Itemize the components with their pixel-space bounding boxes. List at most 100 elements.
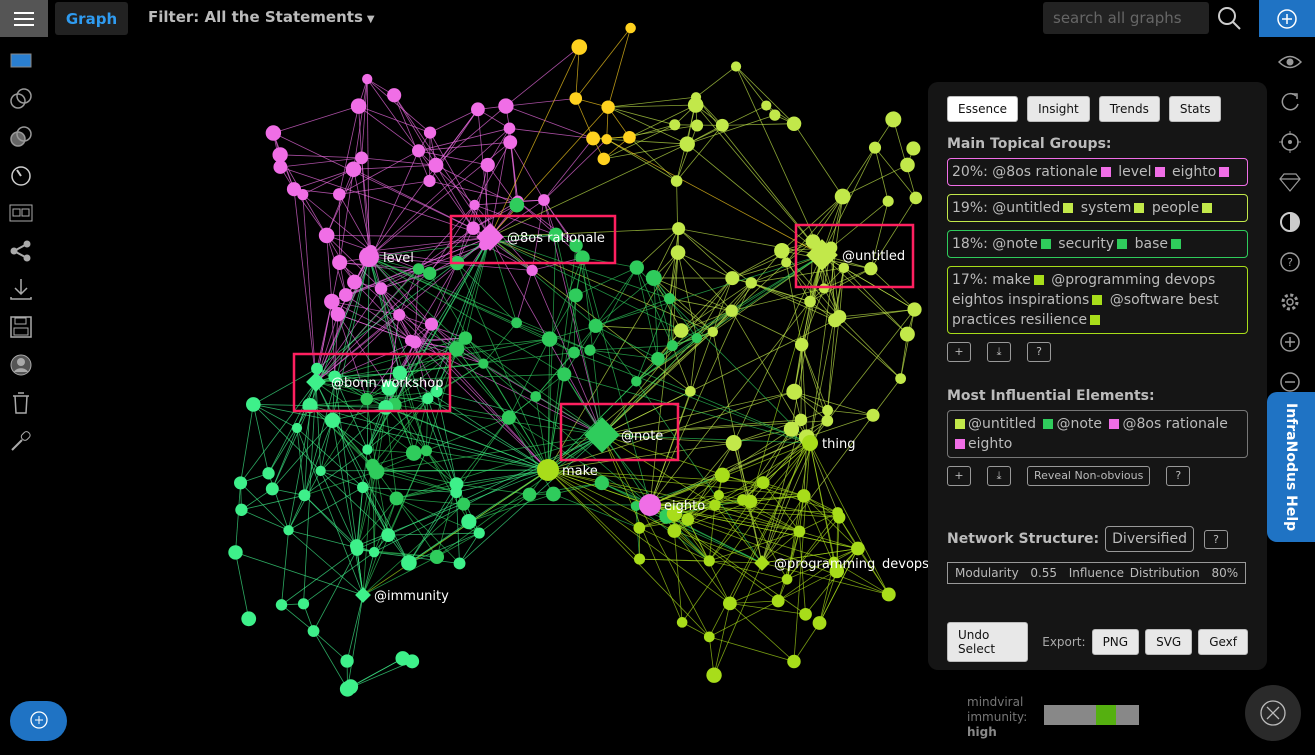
- influential-element[interactable]: @untitled: [968, 416, 1036, 432]
- graph-node[interactable]: [228, 545, 243, 560]
- search-icon[interactable]: [1216, 5, 1242, 31]
- graph-node[interactable]: [679, 136, 695, 152]
- graph-node[interactable]: [787, 654, 801, 669]
- graph-node[interactable]: [725, 271, 740, 286]
- graph-node[interactable]: [685, 386, 696, 397]
- node-label[interactable]: @untitled: [842, 249, 905, 264]
- graph-node[interactable]: [318, 227, 335, 244]
- trash-icon[interactable]: [8, 384, 34, 422]
- graph-node[interactable]: [672, 222, 686, 236]
- graph-node[interactable]: [526, 264, 538, 277]
- graph-node[interactable]: [478, 358, 489, 369]
- graph-node[interactable]: [725, 304, 738, 317]
- zoom-in-icon[interactable]: [1274, 322, 1306, 362]
- graph-node[interactable]: [538, 194, 550, 206]
- graph-node[interactable]: [265, 482, 279, 496]
- graph-node[interactable]: [345, 161, 362, 178]
- graph-node[interactable]: [466, 221, 480, 235]
- tab-graph[interactable]: Graph: [55, 2, 128, 35]
- graph-node[interactable]: [457, 497, 471, 511]
- graph-node[interactable]: [541, 331, 558, 347]
- graph-node[interactable]: [360, 392, 373, 406]
- graph-node[interactable]: [401, 555, 417, 571]
- graph-node[interactable]: [832, 507, 843, 518]
- group-item[interactable]: @8os rationale: [992, 164, 1097, 180]
- graph-node[interactable]: [691, 119, 704, 132]
- graph-node[interactable]: [338, 288, 353, 302]
- graph-node[interactable]: [265, 125, 282, 141]
- graph-node[interactable]: [315, 465, 326, 477]
- graph-node[interactable]: [639, 494, 661, 516]
- graph-node[interactable]: [769, 109, 781, 121]
- graph-node[interactable]: [822, 404, 833, 416]
- graph-node[interactable]: [405, 445, 422, 461]
- graph-node[interactable]: [631, 376, 642, 387]
- graph-node[interactable]: [428, 157, 444, 173]
- graph-node[interactable]: [362, 73, 373, 85]
- graph-node[interactable]: [802, 435, 818, 451]
- user-icon[interactable]: [8, 346, 34, 384]
- graph-node[interactable]: [804, 295, 816, 308]
- graph-node[interactable]: [761, 100, 772, 111]
- graph-node[interactable]: [357, 481, 369, 494]
- eye-icon[interactable]: [1274, 42, 1306, 82]
- graph-node[interactable]: [412, 144, 426, 158]
- graph-node[interactable]: [663, 293, 676, 305]
- contrast-icon[interactable]: [1274, 202, 1306, 242]
- graph-node[interactable]: [670, 245, 686, 260]
- graph-node[interactable]: [786, 116, 802, 131]
- tab-essence[interactable]: Essence: [947, 96, 1019, 122]
- graph-node[interactable]: [332, 254, 348, 270]
- graph-node[interactable]: [423, 126, 437, 139]
- graph-node[interactable]: [818, 283, 830, 294]
- graph-node[interactable]: [781, 573, 793, 585]
- graph-node[interactable]: [715, 118, 729, 132]
- chat-button[interactable]: [10, 701, 67, 741]
- topical-group[interactable]: 18%: @note security base: [947, 230, 1248, 258]
- node-label[interactable]: @immunity: [374, 589, 449, 604]
- group-item[interactable]: @untitled: [992, 200, 1060, 216]
- influential-element[interactable]: @8os rationale: [1122, 416, 1227, 432]
- graph-node[interactable]: [324, 293, 340, 310]
- graph-node[interactable]: [864, 262, 878, 276]
- refresh-icon[interactable]: [1274, 82, 1306, 122]
- graph-node[interactable]: [234, 476, 248, 490]
- graph-node[interactable]: [794, 413, 808, 427]
- graph-node[interactable]: [458, 331, 473, 345]
- graph-node[interactable]: [707, 326, 719, 337]
- graph-node[interactable]: [666, 340, 678, 352]
- node-label[interactable]: eighto: [664, 499, 705, 514]
- add-graph-button[interactable]: [1259, 0, 1315, 37]
- graph-node[interactable]: [703, 631, 715, 643]
- graph-node[interactable]: [355, 587, 371, 603]
- graph-node[interactable]: [900, 157, 915, 173]
- graph-node[interactable]: [503, 122, 516, 135]
- graph-node[interactable]: [480, 157, 495, 173]
- add-influential-button[interactable]: +: [947, 466, 971, 486]
- graph-node[interactable]: [676, 617, 688, 628]
- help-icon[interactable]: ?: [1274, 242, 1306, 282]
- graph-node[interactable]: [645, 269, 662, 286]
- graph-node[interactable]: [501, 410, 516, 425]
- graph-node[interactable]: [461, 514, 477, 530]
- tab-trends[interactable]: Trends: [1098, 96, 1160, 122]
- graph-node[interactable]: [298, 489, 311, 502]
- graph-node[interactable]: [709, 499, 721, 511]
- graph-node[interactable]: [509, 197, 525, 213]
- structure-help-button[interactable]: ?: [1203, 529, 1228, 549]
- film-icon[interactable]: [8, 194, 34, 232]
- graph-node[interactable]: [420, 445, 433, 457]
- window-icon[interactable]: [8, 42, 34, 80]
- graph-node[interactable]: [450, 486, 463, 499]
- graph-node[interactable]: [743, 494, 758, 509]
- graph-node[interactable]: [597, 152, 611, 166]
- graph-node[interactable]: [473, 527, 485, 539]
- graph-node[interactable]: [781, 257, 792, 268]
- graph-node[interactable]: [586, 131, 601, 146]
- export-svg-button[interactable]: SVG: [1145, 629, 1193, 655]
- graph-node[interactable]: [588, 318, 603, 333]
- infranodus-help-tab[interactable]: InfraNodus Help: [1267, 392, 1315, 542]
- close-button[interactable]: [1245, 685, 1301, 741]
- export-png-button[interactable]: PNG: [1091, 629, 1140, 655]
- graph-node[interactable]: [601, 100, 615, 114]
